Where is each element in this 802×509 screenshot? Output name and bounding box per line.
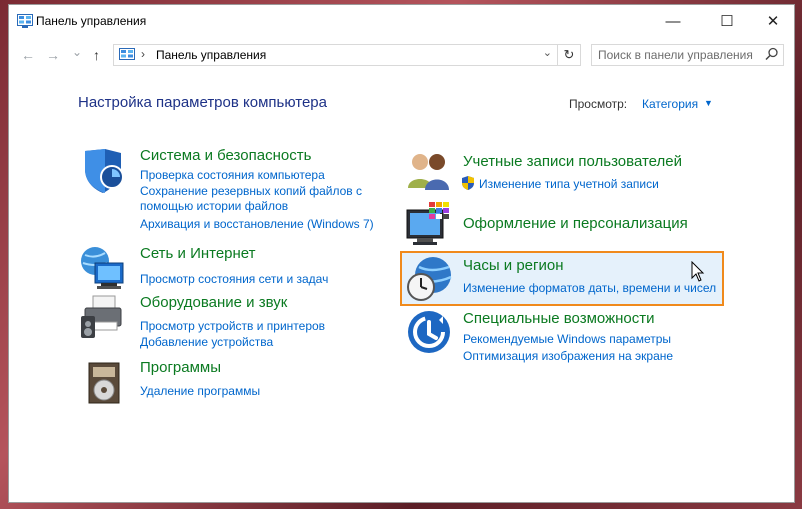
accessibility-icon[interactable] (405, 308, 453, 356)
link-change-account-type[interactable]: Изменение типа учетной записи (479, 177, 659, 191)
link-backup-restore-win7[interactable]: Архивация и восстановление (Windows 7) (140, 217, 374, 231)
programs-disc-icon[interactable] (79, 359, 127, 407)
search-icon[interactable] (765, 47, 779, 61)
link-network-status-tasks[interactable]: Просмотр состояния сети и задач (140, 272, 328, 286)
category-title-clock-region[interactable]: Часы и регион (463, 257, 564, 274)
view-by-label: Просмотр: (569, 97, 628, 111)
address-bar[interactable]: › Панель управления ⌄ ↻ (113, 44, 581, 66)
minimize-button[interactable]: — (650, 5, 696, 37)
title-bar[interactable]: Панель управления — ☐ ✕ (9, 5, 794, 37)
control-panel-window: Панель управления — ☐ ✕ ← → ⌄ ↑ › Панель… (8, 4, 795, 503)
back-arrow-icon[interactable]: ← (21, 47, 35, 63)
shield-icon[interactable] (79, 147, 127, 195)
forward-arrow-icon[interactable]: → (46, 47, 60, 63)
window-title: Панель управления (36, 14, 147, 28)
clock-globe-icon[interactable] (405, 255, 453, 303)
view-by-dropdown[interactable]: Категория (642, 97, 698, 111)
category-title-network-internet[interactable]: Сеть и Интернет (140, 245, 256, 262)
control-panel-location-icon (119, 48, 135, 60)
breadcrumb-control-panel[interactable]: Панель управления (156, 48, 266, 62)
category-title-ease-of-access[interactable]: Специальные возможности (463, 310, 655, 327)
search-input[interactable]: Поиск в панели управления (591, 44, 784, 66)
close-button[interactable]: ✕ (750, 5, 796, 37)
link-add-device[interactable]: Добавление устройства (140, 335, 273, 349)
link-optimize-display[interactable]: Оптимизация изображения на экране (463, 349, 673, 363)
link-devices-printers[interactable]: Просмотр устройств и принтеров (140, 319, 325, 333)
link-recommended-settings[interactable]: Рекомендуемые Windows параметры (463, 332, 671, 346)
navigation-bar: ← → ⌄ ↑ › Панель управления ⌄ ↻ Поиск в … (9, 41, 794, 69)
link-change-date-time-formats[interactable]: Изменение форматов даты, времени и чисел (463, 281, 716, 295)
control-panel-app-icon (17, 14, 33, 28)
network-globe-icon[interactable] (79, 245, 127, 293)
monitor-palette-icon[interactable] (405, 200, 453, 248)
recent-locations-chevron-icon[interactable]: ⌄ (72, 45, 82, 59)
users-icon[interactable] (405, 148, 453, 196)
link-file-history-backup[interactable]: Сохранение резервных копий файлов с (140, 184, 362, 198)
category-title-hardware-sound[interactable]: Оборудование и звук (140, 294, 287, 311)
category-title-programs[interactable]: Программы (140, 359, 221, 376)
link-check-computer-status[interactable]: Проверка состояния компьютера (140, 168, 325, 182)
uac-shield-icon (462, 176, 474, 190)
category-title-user-accounts[interactable]: Учетные записи пользователей (463, 153, 682, 170)
view-by-caret-icon[interactable]: ▼ (704, 98, 713, 108)
page-title: Настройка параметров компьютера (78, 94, 327, 111)
search-placeholder: Поиск в панели управления (598, 48, 753, 62)
breadcrumb-separator-icon[interactable]: › (141, 47, 145, 61)
category-title-system-security[interactable]: Система и безопасность (140, 147, 311, 164)
link-uninstall-program[interactable]: Удаление программы (140, 384, 260, 398)
category-title-appearance[interactable]: Оформление и персонализация (463, 215, 688, 232)
link-file-history-backup-cont[interactable]: помощью истории файлов (140, 199, 288, 213)
maximize-button[interactable]: ☐ (704, 5, 750, 37)
printer-speaker-icon[interactable] (79, 294, 127, 342)
up-arrow-icon[interactable]: ↑ (93, 47, 100, 63)
address-dropdown-chevron-icon[interactable]: ⌄ (543, 46, 552, 59)
refresh-button[interactable]: ↻ (557, 45, 580, 65)
mouse-cursor-icon (691, 261, 705, 282)
